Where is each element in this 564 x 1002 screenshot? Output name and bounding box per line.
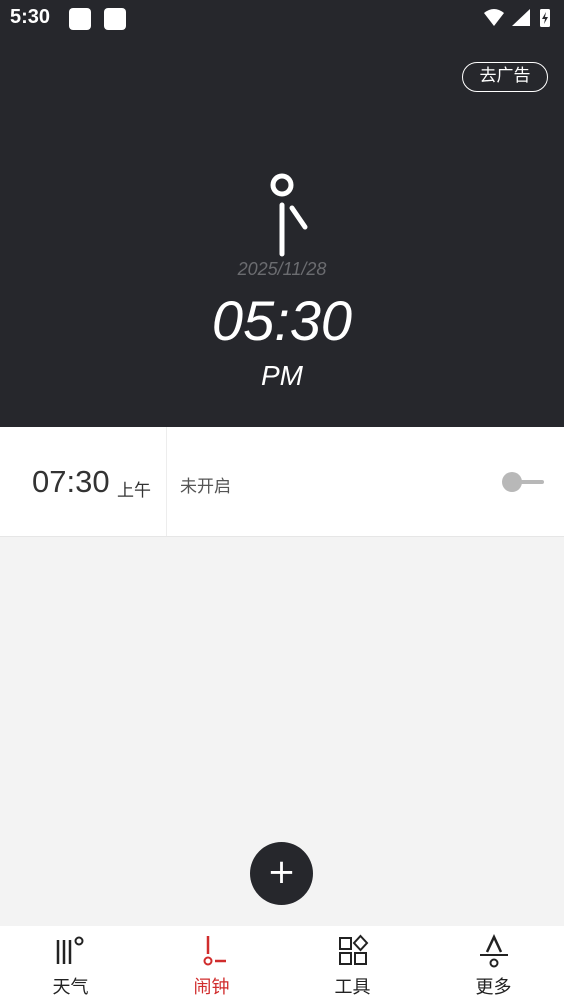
wifi-icon [484, 9, 504, 26]
nav-label-more: 更多 [475, 977, 512, 998]
more-icon [479, 934, 508, 968]
status-time: 5:30 [10, 6, 51, 28]
nav-item-alarm[interactable]: 闹钟 [141, 926, 282, 1002]
clock-logo-icon [270, 173, 308, 257]
tools-grid-icon [338, 934, 368, 965]
plus-icon: + [267, 852, 296, 892]
nav-label-alarm: 闹钟 [193, 977, 230, 998]
current-time: 05:30 [211, 289, 353, 352]
nav-label-weather: 天气 [52, 977, 89, 998]
toggle-knob [502, 472, 522, 492]
notification-icon [69, 8, 91, 30]
remove-ads-button[interactable]: 去广告 [462, 62, 548, 92]
nav-item-weather[interactable]: 天气 [0, 926, 141, 1002]
status-bar: 5:30 [0, 0, 564, 38]
alarm-time-section: 07:30 上午 [0, 427, 167, 536]
add-alarm-button[interactable]: + [250, 842, 313, 905]
current-date: 2025/11/28 [237, 259, 327, 279]
nav-item-tools[interactable]: 工具 [282, 926, 423, 1002]
alarm-time: 07:30 [32, 464, 110, 499]
alarm-status: 未开启 [180, 477, 231, 497]
nav-item-more[interactable]: 更多 [423, 926, 564, 1002]
nav-label-tools: 工具 [334, 977, 371, 998]
alarm-icon [203, 936, 226, 966]
am-pm-indicator: PM [261, 360, 303, 391]
system-status-icons [484, 9, 550, 27]
alarm-toggle[interactable] [500, 469, 546, 495]
bottom-navigation: 天气 闹钟 工具 更多 [0, 926, 564, 1002]
notification-icon [104, 8, 126, 30]
alarm-item[interactable]: 07:30 上午 未开启 [0, 427, 564, 537]
clock-header: 5:30 去广告 2025/11/28 05:30 PM [0, 0, 564, 427]
alarm-period: 上午 [117, 481, 151, 501]
weather-icon [56, 936, 83, 964]
signal-icon [512, 9, 530, 26]
